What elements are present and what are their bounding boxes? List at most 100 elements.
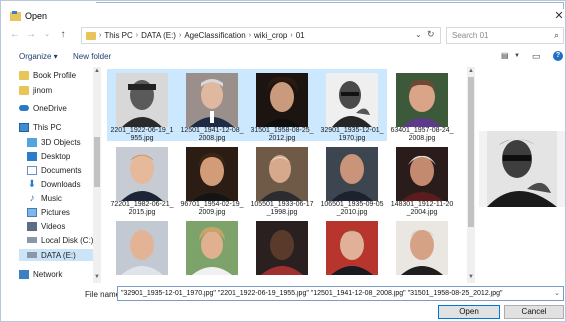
forward-arrow-icon[interactable]: →: [25, 28, 37, 42]
network-icon: [19, 269, 29, 279]
background-window-edge: [563, 2, 564, 9]
sidebar-item-documents[interactable]: Documents: [27, 164, 81, 176]
file-tile[interactable]: 105501_1933-06-17_1998.jpg: [247, 143, 317, 216]
preview-pane-icon[interactable]: ▭: [532, 51, 541, 62]
breadcrumb-01[interactable]: 01: [296, 31, 305, 40]
breadcrumb-this-pc[interactable]: This PC: [104, 31, 132, 40]
sidebar-item-videos[interactable]: Videos: [27, 220, 65, 232]
back-arrow-icon[interactable]: ←: [9, 28, 21, 42]
file-name-value[interactable]: "32901_1935-12-01_1970.jpg" "2201_1922-0…: [121, 290, 551, 297]
scroll-up-icon[interactable]: ▲: [93, 67, 101, 75]
file-name: 72201_1982-06-21_2015.jpg: [110, 201, 174, 216]
file-name: 32901_1935-12-01_1970.jpg: [320, 127, 384, 142]
photo-thumbnail: [186, 73, 238, 127]
cancel-button[interactable]: Cancel: [504, 305, 564, 319]
sidebar-item-data-e[interactable]: DATA (E:): [19, 249, 93, 261]
preview-image: [479, 131, 565, 207]
file-tile[interactable]: 32901_1935-12-01_1970.jpg: [317, 69, 387, 142]
desktop-icon: [27, 151, 37, 161]
background-window-edge: [96, 2, 564, 3]
chevron-right-icon[interactable]: ›: [179, 32, 181, 39]
folder-icon: [86, 31, 96, 40]
sidebar-item-book-profile[interactable]: Book Profile: [19, 69, 76, 81]
chevron-down-icon[interactable]: ⌄: [415, 30, 422, 39]
videos-icon: [27, 221, 37, 231]
view-options-icon[interactable]: ▤: [501, 51, 509, 60]
close-icon[interactable]: ✕: [553, 9, 565, 23]
search-icon[interactable]: ⌕: [554, 30, 559, 41]
sidebar-item-jinom[interactable]: jinom: [19, 84, 52, 96]
sidebar-item-label: Pictures: [41, 207, 70, 217]
file-tile[interactable]: 148301_1912-11-20_2004.jpg: [387, 143, 457, 216]
address-bar[interactable]: › This PC › DATA (E:) › AgeClassificatio…: [81, 27, 441, 44]
file-tile[interactable]: 31501_1958-08-25_2012.jpg: [247, 69, 317, 142]
sidebar-item-label: Downloads: [41, 179, 81, 189]
recent-locations-chevron-icon[interactable]: ⌄: [41, 28, 53, 42]
file-list-scrollbar[interactable]: ▲ ▼: [467, 67, 475, 283]
navigation-pane-scrollbar[interactable]: ▲ ▼: [93, 67, 101, 283]
dialog-title: Open: [25, 11, 48, 21]
file-tile[interactable]: [107, 217, 177, 283]
sidebar-item-music[interactable]: ♪ Music: [27, 192, 62, 204]
scroll-down-icon[interactable]: ▼: [467, 273, 475, 281]
file-tile[interactable]: 2201_1922-06-19_1955.jpg: [107, 69, 177, 142]
sidebar-item-local-disk-c[interactable]: Local Disk (C:): [27, 234, 93, 246]
photo-thumbnail: [116, 147, 168, 201]
sidebar-item-3d-objects[interactable]: 3D Objects: [27, 136, 81, 148]
new-folder-button[interactable]: New folder: [73, 52, 111, 61]
file-name-field[interactable]: "32901_1935-12-01_1970.jpg" "2201_1922-0…: [117, 286, 564, 301]
up-arrow-icon[interactable]: ↑: [57, 28, 69, 42]
scrollbar-thumb[interactable]: [94, 137, 100, 187]
breadcrumb-wiki-crop[interactable]: wiki_crop: [254, 31, 287, 40]
chevron-right-icon[interactable]: ›: [290, 32, 292, 39]
chevron-right-icon[interactable]: ›: [136, 32, 138, 39]
sidebar-item-this-pc[interactable]: This PC: [19, 121, 61, 133]
scroll-up-icon[interactable]: ▲: [467, 67, 475, 75]
sidebar-item-desktop[interactable]: Desktop: [27, 150, 70, 162]
photo-thumbnail: [326, 147, 378, 201]
file-tile[interactable]: 72201_1982-06-21_2015.jpg: [107, 143, 177, 216]
navigation-pane: Book Profile jinom OneDrive This PC 3D O…: [1, 67, 101, 283]
photo-thumbnail: [396, 221, 448, 275]
drive-icon: [27, 252, 37, 258]
file-tile[interactable]: 63401_1957-08-24_2008.jpg: [387, 69, 457, 142]
sidebar-item-network[interactable]: Network: [19, 268, 62, 280]
breadcrumb-ageclassification[interactable]: AgeClassification: [184, 31, 245, 40]
scroll-down-icon[interactable]: ▼: [93, 273, 101, 281]
help-icon[interactable]: ?: [553, 51, 563, 61]
sidebar-item-downloads[interactable]: ⬇ Downloads: [27, 178, 81, 190]
breadcrumb-data-drive[interactable]: DATA (E:): [141, 31, 176, 40]
sidebar-item-onedrive[interactable]: OneDrive: [19, 102, 67, 114]
chevron-right-icon[interactable]: ›: [99, 32, 101, 39]
photo-thumbnail: [186, 221, 238, 275]
sidebar-item-label: 3D Objects: [41, 137, 81, 147]
file-tile[interactable]: [177, 217, 247, 283]
scrollbar-thumb[interactable]: [468, 77, 474, 227]
music-icon: ♪: [29, 192, 35, 204]
refresh-icon[interactable]: ↻: [427, 29, 435, 40]
sidebar-item-label: This PC: [33, 122, 62, 132]
file-tile[interactable]: [317, 217, 387, 283]
file-tile[interactable]: [387, 217, 457, 283]
file-name: 63401_1957-08-24_2008.jpg: [390, 127, 454, 142]
chevron-right-icon[interactable]: ›: [249, 32, 251, 39]
open-button[interactable]: Open: [438, 305, 500, 319]
3d-objects-icon: [27, 137, 37, 147]
photo-thumbnail: [326, 73, 378, 127]
sidebar-item-pictures[interactable]: Pictures: [27, 206, 70, 218]
file-tile[interactable]: [247, 217, 317, 283]
chevron-down-icon[interactable]: ▼: [514, 53, 520, 59]
sidebar-item-label: jinom: [33, 85, 53, 95]
chevron-down-icon[interactable]: ⌄: [554, 289, 560, 297]
search-box[interactable]: Search 01 ⌕: [446, 27, 564, 44]
drive-icon: [27, 237, 37, 243]
sidebar-item-label: Videos: [41, 221, 66, 231]
file-tile[interactable]: 106501_1935-09-05_2010.jpg: [317, 143, 387, 216]
search-input[interactable]: Search 01: [452, 31, 488, 40]
pictures-icon: [27, 207, 37, 217]
file-tile[interactable]: 12501_1941-12-08_2008.jpg: [177, 69, 247, 142]
organize-button[interactable]: Organize ▾: [19, 52, 58, 61]
downloads-icon: ⬇: [27, 178, 37, 190]
documents-icon: [27, 165, 37, 175]
file-tile[interactable]: 96701_1954-02-19_2009.jpg: [177, 143, 247, 216]
